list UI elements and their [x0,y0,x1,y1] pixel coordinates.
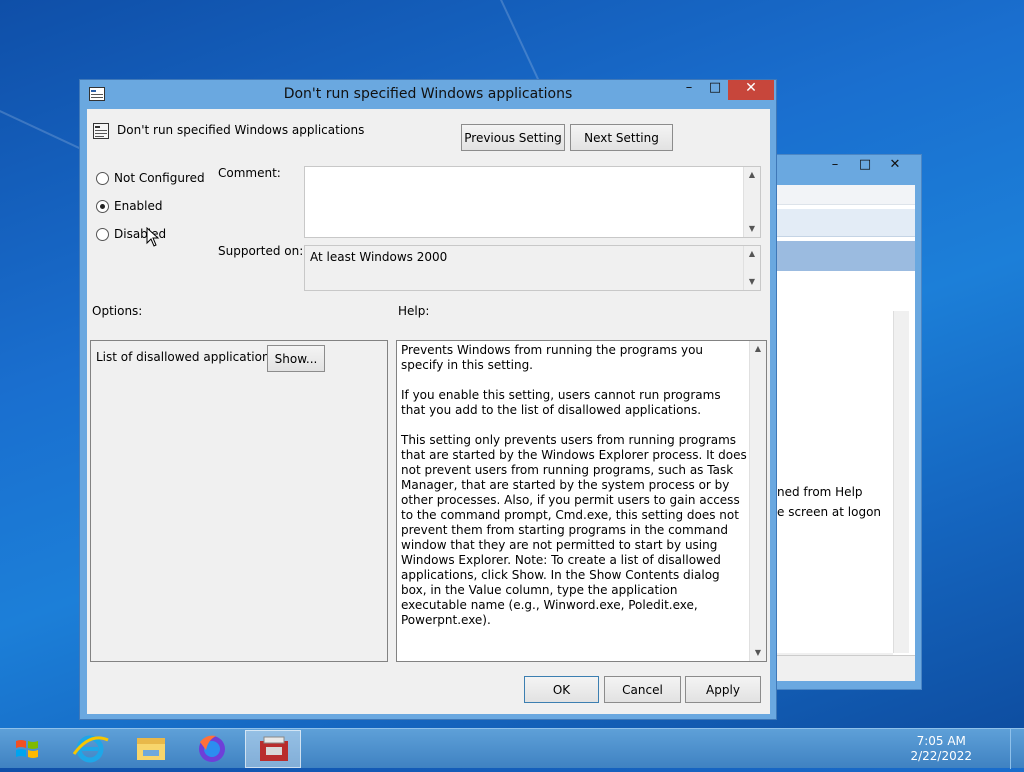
help-panel[interactable]: Prevents Windows from running the progra… [396,340,767,662]
policy-setting-icon [93,123,109,139]
system-clock[interactable]: 7:05 AM 2/22/2022 [910,734,972,764]
supported-on-value: At least Windows 2000 [310,250,448,264]
start-button[interactable] [0,729,56,769]
radio-circle[interactable] [96,171,109,185]
close-button[interactable]: ✕ [728,80,774,100]
scroll-up-icon[interactable]: ▲ [750,341,766,357]
internet-explorer-icon[interactable] [62,730,118,768]
supported-on-field: At least Windows 2000 ▲ ▼ [304,245,761,291]
help-scrollbar[interactable]: ▲ ▼ [749,341,766,661]
scroll-up-icon[interactable]: ▲ [744,167,760,183]
radio-circle[interactable] [96,227,109,241]
scroll-down-icon[interactable]: ▼ [750,645,766,661]
vertical-scrollbar[interactable] [893,311,909,653]
supported-on-label: Supported on: [218,244,304,258]
minimize-icon[interactable]: – [827,157,843,172]
next-setting-button[interactable]: Next Setting [570,124,673,151]
background-window[interactable]: – □ ✕ ned from Help e screen at logon [770,154,922,690]
help-paragraph: If you enable this setting, users cannot… [401,388,721,417]
mouse-cursor-icon [146,227,160,247]
help-text: Prevents Windows from running the progra… [401,343,747,643]
ok-button[interactable]: OK [524,676,599,703]
file-explorer-icon[interactable] [123,730,179,768]
help-label: Help: [398,304,430,318]
background-window-content: ned from Help e screen at logon [777,185,915,681]
policy-title: Don't run specified Windows applications [117,123,365,137]
background-text: ned from Help [777,485,863,499]
maximize-button[interactable]: □ [702,80,728,100]
apply-button[interactable]: Apply [685,676,761,703]
previous-setting-button[interactable]: Previous Setting [461,124,565,151]
scroll-down-icon[interactable]: ▼ [744,274,760,290]
help-paragraph: Prevents Windows from running the progra… [401,343,704,372]
radio-label: Not Configured [114,171,205,185]
show-desktop-button[interactable] [1010,729,1024,769]
close-icon[interactable]: ✕ [887,157,903,172]
disallowed-list-label: List of disallowed applications [96,350,276,364]
radio-circle[interactable] [96,199,109,213]
options-panel: List of disallowed applications Show... [90,340,388,662]
clock-time: 7:05 AM [916,734,966,748]
taskbar: 7:05 AM 2/22/2022 [0,728,1024,769]
help-paragraph: This setting only prevents users from ru… [401,433,747,627]
comment-label: Comment: [218,166,281,180]
windows-logo-icon [16,740,38,758]
show-button[interactable]: Show... [267,345,325,372]
clock-date: 2/22/2022 [910,749,972,763]
background-text: e screen at logon [777,505,882,519]
minimize-button[interactable]: – [676,80,702,100]
radio-not-configured[interactable]: Not Configured [96,171,205,185]
options-label: Options: [92,304,143,318]
status-bar [777,655,915,681]
supported-scrollbar[interactable]: ▲ ▼ [743,246,760,290]
selected-row [777,241,915,271]
maximize-icon[interactable]: □ [857,157,873,172]
cancel-button[interactable]: Cancel [604,676,681,703]
scroll-down-icon[interactable]: ▼ [744,221,760,237]
comment-textarea[interactable]: ▲ ▼ [304,166,761,238]
title-bar[interactable]: Don't run specified Windows applications… [80,80,776,108]
radio-enabled[interactable]: Enabled [96,199,163,213]
window-title: Don't run specified Windows applications [283,86,573,102]
radio-label: Enabled [114,199,163,213]
group-policy-editor-icon[interactable] [245,730,301,768]
menu-bar [777,185,915,205]
toolbar [777,209,915,237]
scroll-up-icon[interactable]: ▲ [744,246,760,262]
policy-dialog: Don't run specified Windows applications… [79,79,777,720]
firefox-icon[interactable] [184,730,240,768]
wallpaper-streak [0,110,82,150]
dialog-client: Don't run specified Windows applications… [87,109,770,714]
comment-scrollbar[interactable]: ▲ ▼ [743,167,760,237]
